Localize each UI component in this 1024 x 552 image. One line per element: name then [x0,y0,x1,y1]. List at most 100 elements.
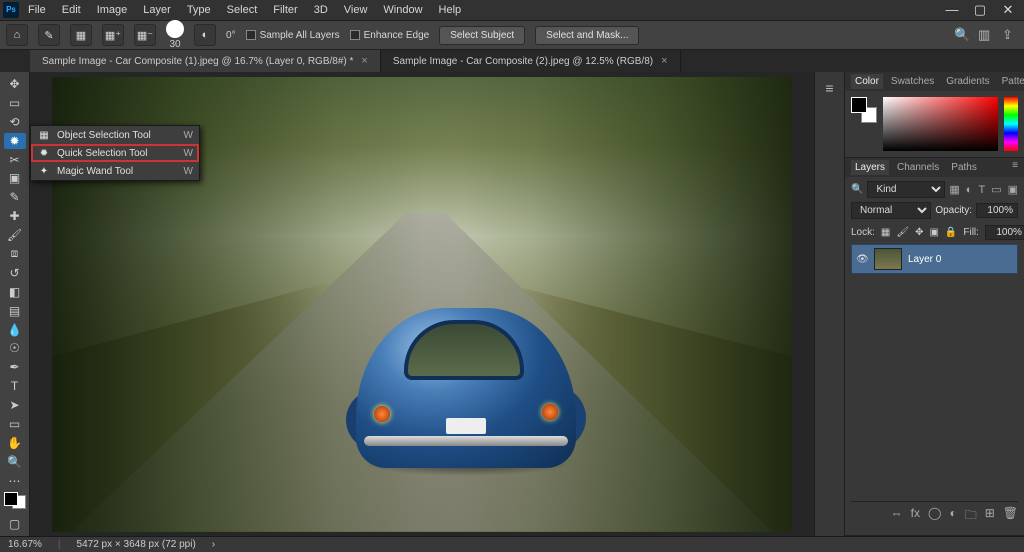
tab-paths[interactable]: Paths [947,160,981,175]
tab-swatches[interactable]: Swatches [887,74,938,89]
clone-stamp-tool[interactable]: ⧈ [4,246,26,262]
layer-item[interactable]: 👁 Layer 0 [851,244,1018,274]
hand-tool[interactable]: ✋ [4,435,26,451]
home-icon[interactable]: ⌂ [6,24,28,46]
menu-layer[interactable]: Layer [136,2,178,18]
flyout-object-selection[interactable]: ▦ Object Selection Tool W [31,126,199,144]
layer-fx-icon[interactable]: fx [911,506,920,527]
enhance-edge-checkbox[interactable]: Enhance Edge [350,30,430,41]
filter-pixel-icon[interactable]: ▦ [949,183,959,196]
foreground-background-swatch[interactable] [4,492,26,509]
move-tool[interactable]: ✥ [4,76,26,92]
options-bar: ⌂ ✎ ▦ ▦⁺ ▦⁻ 30 ◐ 0° Sample All Layers En… [0,20,1024,50]
fill-input[interactable]: 100% [985,225,1024,240]
zoom-tool[interactable]: 🔍 [4,454,26,470]
layer-name[interactable]: Layer 0 [908,254,1013,265]
subtract-selection-icon[interactable]: ▦⁻ [134,24,156,46]
workspace-icon[interactable]: ▥ [978,27,994,43]
filter-shape-icon[interactable]: ▭ [991,183,1001,196]
new-layer-icon[interactable]: ⊞ [985,506,995,527]
brush-tool[interactable]: 🖌 [4,227,26,243]
zoom-level[interactable]: 16.67% [8,539,42,550]
close-tab-icon[interactable]: × [661,55,667,67]
screen-mode-icon[interactable]: ▢ [4,516,26,532]
group-icon[interactable]: 🗀 [965,506,977,527]
menu-help[interactable]: Help [432,2,469,18]
frame-tool[interactable]: ▣ [4,170,26,186]
menu-window[interactable]: Window [376,2,429,18]
menu-image[interactable]: Image [90,2,135,18]
lock-all-icon[interactable]: 🔒 [945,227,957,238]
edit-toolbar-icon[interactable]: ⋯ [4,473,26,489]
filter-type-icon[interactable]: T [978,184,985,196]
blur-tool[interactable]: 💧 [4,322,26,338]
menu-type[interactable]: Type [180,2,218,18]
adjustment-layer-icon[interactable]: ◐ [949,506,956,527]
visibility-icon[interactable]: 👁 [856,254,868,265]
opacity-input[interactable]: 100% [976,203,1018,218]
collapsed-dock[interactable]: ≡ [814,72,844,536]
menu-filter[interactable]: Filter [266,2,304,18]
select-subject-button[interactable]: Select Subject [439,26,525,45]
sample-all-layers-checkbox[interactable]: Sample All Layers [246,30,340,41]
path-selection-tool[interactable]: ➤ [4,397,26,413]
pen-tool[interactable]: ✒ [4,359,26,375]
filter-smart-icon[interactable]: ▣ [1008,183,1018,196]
opacity-label: Opacity: [935,205,972,216]
search-icon[interactable]: 🔍 [954,27,970,43]
document-tab-1[interactable]: Sample Image - Car Composite (1).jpeg @ … [30,50,381,72]
eraser-tool[interactable]: ◧ [4,284,26,300]
add-selection-icon[interactable]: ▦⁺ [102,24,124,46]
window-restore-icon[interactable]: ▢ [967,0,993,20]
share-icon[interactable]: ⇪ [1002,27,1018,43]
link-layers-icon[interactable]: ⇔ [891,506,903,527]
hue-slider[interactable] [1004,97,1018,151]
brush-angle-icon[interactable]: ◐ [194,24,216,46]
panel-menu-icon[interactable]: ≡ [1012,160,1018,175]
lock-position-icon[interactable]: ✥ [915,227,923,238]
lock-transparency-icon[interactable]: ▦ [881,227,890,238]
tool-preset-icon[interactable]: ✎ [38,24,60,46]
right-panels: Color Swatches Gradients Patterns ≡ Laye… [844,72,1024,536]
crop-tool[interactable]: ✂ [4,152,26,168]
tab-channels[interactable]: Channels [893,160,943,175]
lock-pixels-icon[interactable]: 🖌 [896,227,909,238]
gradient-tool[interactable]: ▤ [4,303,26,319]
healing-brush-tool[interactable]: ✚ [4,208,26,224]
new-selection-icon[interactable]: ▦ [70,24,92,46]
history-brush-tool[interactable]: ↺ [4,265,26,281]
tab-patterns[interactable]: Patterns [998,74,1024,89]
type-tool[interactable]: T [4,378,26,394]
lock-artboard-icon[interactable]: ▣ [929,227,938,238]
tab-gradients[interactable]: Gradients [942,74,993,89]
quick-selection-tool[interactable]: ✹ [4,133,26,149]
lasso-tool[interactable]: ⟲ [4,114,26,130]
color-picker[interactable] [883,97,998,151]
marquee-tool[interactable]: ▭ [4,95,26,111]
blend-mode-select[interactable]: Normal [851,202,931,219]
layer-filter-select[interactable]: Kind [867,181,945,198]
flyout-magic-wand[interactable]: ✦ Magic Wand Tool W [31,162,199,180]
eyedropper-tool[interactable]: ✎ [4,189,26,205]
layer-thumbnail[interactable] [874,248,902,270]
menu-edit[interactable]: Edit [55,2,88,18]
menu-select[interactable]: Select [220,2,265,18]
document-tab-2[interactable]: Sample Image - Car Composite (2).jpeg @ … [381,50,681,72]
close-tab-icon[interactable]: × [361,55,367,67]
color-swatch-icon[interactable] [851,97,877,123]
brush-preview-icon[interactable] [166,20,184,38]
delete-layer-icon[interactable]: 🗑 [1003,506,1018,527]
filter-adjust-icon[interactable]: ◐ [966,184,973,196]
window-close-icon[interactable]: ✕ [995,0,1021,20]
dodge-tool[interactable]: ☉ [4,340,26,356]
menu-file[interactable]: File [21,2,53,18]
rectangle-tool[interactable]: ▭ [4,416,26,432]
menu-view[interactable]: View [337,2,375,18]
layer-mask-icon[interactable]: ◯ [928,506,941,527]
window-minimize-icon[interactable]: — [939,0,965,20]
flyout-quick-selection[interactable]: ✹ Quick Selection Tool W [31,144,199,162]
tab-layers[interactable]: Layers [851,160,889,175]
tab-color[interactable]: Color [851,74,883,89]
menu-3d[interactable]: 3D [307,2,335,18]
select-and-mask-button[interactable]: Select and Mask... [535,26,639,45]
